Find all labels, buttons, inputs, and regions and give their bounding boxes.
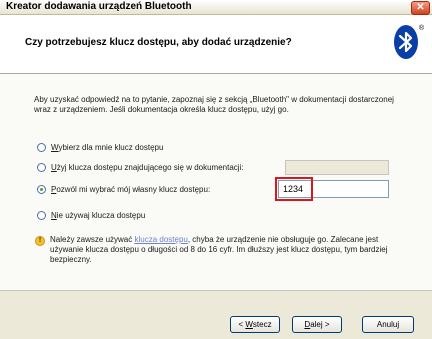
bluetooth-icon <box>394 25 418 59</box>
radio-documentation-key[interactable] <box>37 163 46 172</box>
wizard-header: Czy potrzebujesz klucz dostępu, aby doda… <box>0 15 432 74</box>
bluetooth-wizard-window: Kreator dodawania urządzeń Bluetooth ✕ C… <box>0 0 432 339</box>
radio-own-key[interactable] <box>37 185 46 194</box>
shield-info-icon: ! <box>35 236 45 246</box>
wizard-content: Aby uzyskać odpowiedź na to pytanie, zap… <box>0 74 432 290</box>
documentation-key-field <box>285 160 389 175</box>
window-title: Kreator dodawania urządzeń Bluetooth <box>6 1 192 12</box>
close-button[interactable]: ✕ <box>411 1 430 15</box>
option-label: Pozwól mi wybrać mój własny klucz dostęp… <box>51 185 211 194</box>
passkey-help-link[interactable]: klucza dostępu <box>134 235 187 244</box>
back-button[interactable]: < Wstecz <box>230 316 280 333</box>
page-title: Czy potrzebujesz klucz dostępu, aby doda… <box>25 37 292 48</box>
cancel-button[interactable]: Anuluj <box>362 316 414 333</box>
security-note: Należy zawsze używać klucza dostępu, chy… <box>50 235 388 264</box>
registered-mark: ® <box>418 25 424 32</box>
intro-text: Aby uzyskać odpowiedź na to pytanie, zap… <box>34 95 394 114</box>
option-label: Nie używaj klucza dostępu <box>51 211 146 220</box>
documentation-key-input <box>286 161 388 174</box>
key-highlight-frame <box>275 177 313 201</box>
radio-generate-key[interactable] <box>37 143 46 152</box>
title-bar[interactable]: Kreator dodawania urządzeń Bluetooth ✕ <box>0 0 432 15</box>
next-button[interactable]: Dalej > <box>292 316 342 333</box>
radio-no-key[interactable] <box>37 211 46 220</box>
option-label: Użyj klucza dostępu znajdującego się w d… <box>51 163 244 172</box>
wizard-footer: < Wstecz Dalej > Anuluj <box>0 290 432 339</box>
option-label: Wybierz dla mnie klucz dostępu <box>51 143 164 152</box>
